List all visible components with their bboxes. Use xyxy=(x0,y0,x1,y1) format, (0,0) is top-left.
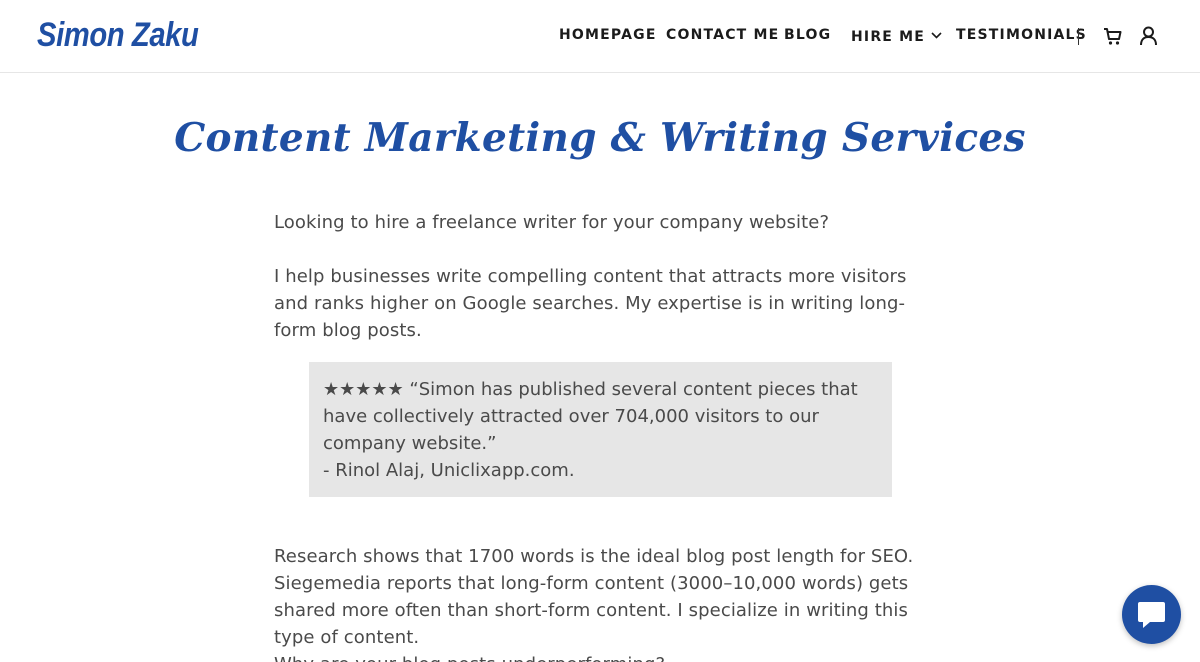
chat-button[interactable] xyxy=(1122,585,1181,644)
testimonial-author: - Rinol Alaj, Uniclixapp.com. xyxy=(323,460,575,481)
cart-icon[interactable] xyxy=(1103,27,1122,46)
chat-bubble-icon xyxy=(1137,601,1166,629)
nav-homepage[interactable]: HOMEPAGE xyxy=(559,27,657,43)
nav-blog[interactable]: BLOG xyxy=(784,27,831,43)
section-heading-cutoff: Why are your blog posts underperforming? xyxy=(274,651,914,662)
page-title: Content Marketing & Writing Services xyxy=(174,115,1026,161)
research-paragraph: Research shows that 1700 words is the id… xyxy=(274,546,914,648)
testimonial-quote: ★★★★★ “Simon has published several conte… xyxy=(323,376,883,457)
expertise-paragraph: I help businesses write compelling conte… xyxy=(274,266,907,341)
testimonial-quote-text: “Simon has published several content pie… xyxy=(323,379,858,454)
nav-testimonials[interactable]: TESTIMONIALS xyxy=(956,27,1087,43)
rating-stars: ★★★★★ xyxy=(323,379,404,400)
chevron-down-icon xyxy=(931,27,942,43)
nav-hire-me[interactable]: HIRE ME xyxy=(851,27,942,45)
account-icon[interactable] xyxy=(1139,26,1158,46)
nav-hire-me-label: HIRE ME xyxy=(851,29,926,45)
testimonial-box: ★★★★★ “Simon has published several conte… xyxy=(309,362,892,497)
nav-divider xyxy=(1078,28,1079,45)
intro-paragraph: Looking to hire a freelance writer for y… xyxy=(274,212,830,233)
site-header: Simon Zaku HOMEPAGE CONTACT ME BLOG HIRE… xyxy=(0,0,1200,73)
nav-contact-me[interactable]: CONTACT ME xyxy=(666,27,779,43)
site-logo[interactable]: Simon Zaku xyxy=(37,16,199,55)
